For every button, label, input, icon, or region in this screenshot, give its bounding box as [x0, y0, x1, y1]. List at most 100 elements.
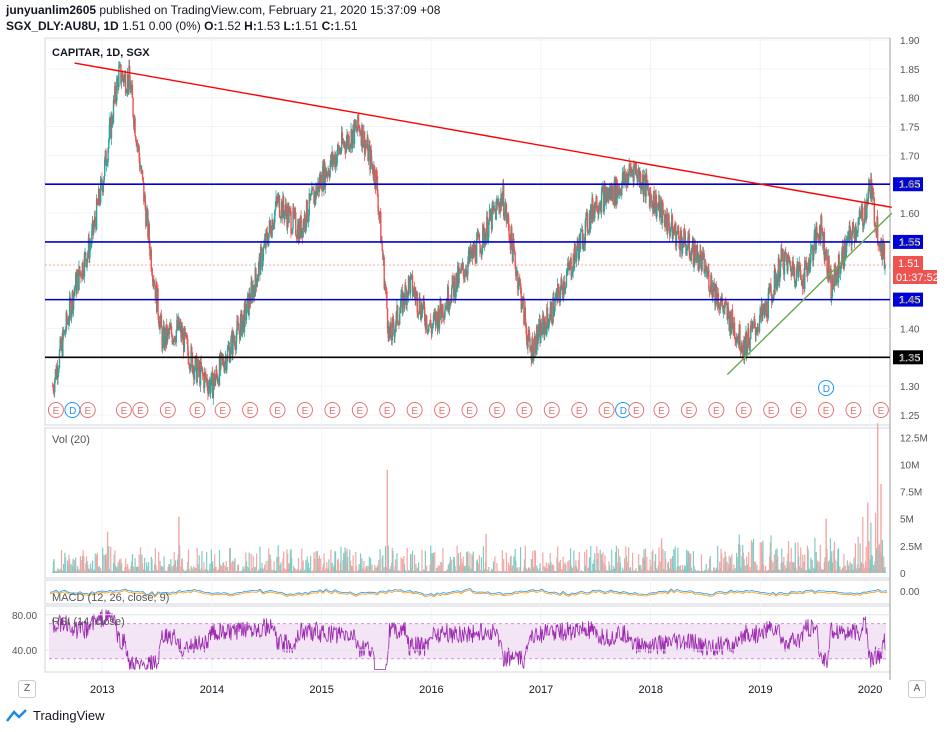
candle-body [262, 247, 265, 261]
candle-body [141, 170, 144, 178]
volume-bar [103, 554, 105, 573]
event-marker-letter: E [329, 406, 336, 417]
volume-spike [178, 516, 180, 573]
event-marker-letter: E [878, 406, 885, 417]
candle-body [120, 80, 123, 84]
candle-body [83, 253, 86, 277]
volume-bar [721, 553, 723, 573]
candle-body [688, 233, 691, 254]
brand-name: TradingView [33, 708, 105, 723]
volume-bar [60, 550, 63, 573]
time-axis[interactable]: 2013 2014 2015 2016 2017 2018 2019 2020 [90, 684, 882, 696]
candle-body [873, 197, 876, 224]
volume-bar [102, 547, 104, 573]
candle-body [757, 326, 759, 331]
time-tick-label: 2016 [419, 684, 443, 696]
volume-bar [248, 552, 250, 573]
volume-bar [79, 556, 82, 573]
volume-bar [632, 552, 634, 573]
candle-body [800, 269, 802, 280]
price-tick-label: 1.70 [900, 151, 920, 162]
time-tick-label: 2018 [639, 684, 663, 696]
candle-body [101, 178, 103, 188]
volume-bar [347, 556, 349, 573]
volume-spike [485, 533, 487, 573]
volume-bar [411, 550, 414, 573]
volume-bar [677, 547, 679, 573]
event-marker-letter: E [576, 406, 583, 417]
candle-body [749, 339, 751, 351]
candle-body [196, 368, 198, 383]
volume-bar [787, 541, 790, 573]
event-marker-letter: E [686, 406, 693, 417]
volume-bar [91, 560, 94, 573]
volume-bar [395, 559, 397, 573]
volume-bar [503, 558, 505, 573]
event-marker-letter: E [439, 406, 446, 417]
time-tick-label: 2014 [200, 684, 224, 696]
z-button[interactable]: Z [18, 680, 36, 698]
volume-bar [731, 554, 733, 573]
macd-signal-line [49, 589, 888, 598]
volume-bar [505, 552, 507, 573]
last-price-text: 1.51 [898, 258, 919, 270]
event-marker-letter: E [795, 406, 802, 417]
candle-body [579, 232, 582, 250]
candle-body [746, 347, 749, 355]
event-marker-letter: E [850, 406, 857, 417]
volume-bar [790, 547, 792, 573]
volume-bar [268, 548, 270, 573]
event-marker-letter: E [356, 406, 363, 417]
volume-spike [386, 469, 389, 573]
candle-body [696, 245, 699, 252]
volume-bar [534, 550, 537, 573]
volume-bar [759, 542, 761, 573]
price-tick-label: 1.45 [900, 296, 920, 307]
candle-body [739, 324, 741, 351]
resistance-trendline[interactable] [74, 62, 892, 208]
volume-bar [392, 550, 394, 573]
candle-body [832, 275, 834, 286]
rsi-tick-label: 40.00 [12, 646, 37, 657]
volume-bar [421, 549, 423, 573]
event-marker-letter: E [548, 406, 555, 417]
event-marker-letter: D [823, 384, 830, 395]
event-marker-letter: E [84, 406, 91, 417]
price-tick-label: 1.55 [900, 238, 920, 249]
price-tick-label: 1.90 [900, 36, 920, 47]
candle-body [795, 269, 798, 282]
event-marker-letter: E [768, 406, 775, 417]
event-marker-letter: E [247, 406, 254, 417]
volume-bar [652, 549, 654, 573]
event-marker-letter: E [603, 406, 610, 417]
volume-bar [480, 557, 483, 573]
candle-body [565, 275, 568, 287]
candle-body [191, 346, 193, 353]
candle-body [142, 177, 144, 183]
support-trendline[interactable] [726, 212, 893, 376]
time-tick-label: 2020 [858, 684, 882, 696]
auto-scale-button[interactable]: A [908, 680, 926, 698]
candle-body [116, 78, 118, 102]
candle-body [770, 284, 772, 294]
candle-body [586, 211, 589, 232]
volume-bar [717, 545, 719, 573]
volume-bar [432, 553, 435, 573]
main-pane-title: CAPITAR, 1D, SGX [52, 47, 150, 59]
candle-body [386, 308, 389, 328]
footer: TradingView [6, 708, 105, 723]
volume-bar [352, 555, 354, 573]
volume-bar [673, 549, 675, 573]
volume-bar [519, 547, 522, 573]
trendlines[interactable] [74, 62, 893, 376]
candle-body [193, 370, 196, 380]
volume-bar [396, 553, 398, 573]
price-tick-label: 1.85 [900, 65, 920, 76]
chart-canvas[interactable]: 1.651.551.451.35 EDEEEEEEEEEEEEEEEEEEEED… [0, 0, 950, 732]
candle-body [643, 180, 645, 196]
volume-bar [413, 554, 416, 573]
volume-bar [884, 567, 886, 573]
volume-spike [876, 423, 879, 573]
volume-bar [378, 559, 380, 573]
volume-bar [400, 557, 402, 573]
